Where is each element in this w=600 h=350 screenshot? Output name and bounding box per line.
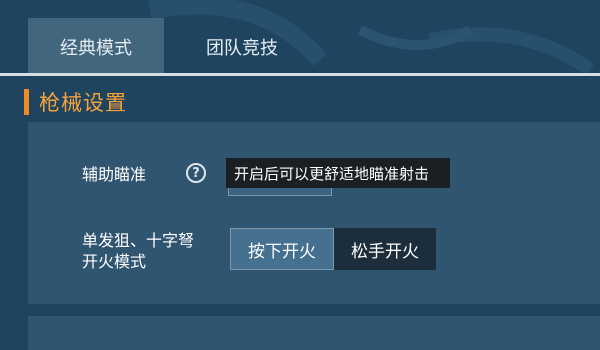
- fire-on-press-button[interactable]: 按下开火: [230, 228, 334, 270]
- aim-assist-tooltip: 开启后可以更舒适地瞄准射击: [226, 158, 450, 188]
- fire-on-release-label: 松手开火: [351, 241, 419, 262]
- fire-mode-label-line2: 开火模式: [82, 252, 147, 271]
- section-header: 枪械设置: [24, 88, 127, 116]
- tooltip-text: 开启后可以更舒适地瞄准射击: [234, 164, 430, 183]
- tab-classic-mode[interactable]: 经典模式: [28, 18, 164, 76]
- tab-classic-mode-label: 经典模式: [60, 38, 132, 59]
- settings-panel-next: [28, 316, 600, 350]
- tab-bar-divider: [0, 73, 600, 76]
- tab-team-deathmatch-label: 团队竞技: [206, 38, 278, 59]
- fire-mode-label: 单发狙、十字弩 开火模式: [82, 230, 222, 272]
- mode-tab-bar: 经典模式 团队竞技: [0, 18, 600, 76]
- fire-mode-label-line1: 单发狙、十字弩: [82, 231, 195, 250]
- fire-on-press-label: 按下开火: [248, 241, 316, 262]
- section-title: 枪械设置: [39, 91, 127, 115]
- tab-team-deathmatch[interactable]: 团队竞技: [182, 18, 302, 76]
- question-circle-icon[interactable]: ?: [186, 163, 206, 183]
- settings-panel: [28, 122, 600, 304]
- section-accent-bar: [24, 89, 29, 115]
- fire-on-release-button[interactable]: 松手开火: [334, 228, 436, 270]
- aim-assist-label: 辅助瞄准: [82, 165, 147, 184]
